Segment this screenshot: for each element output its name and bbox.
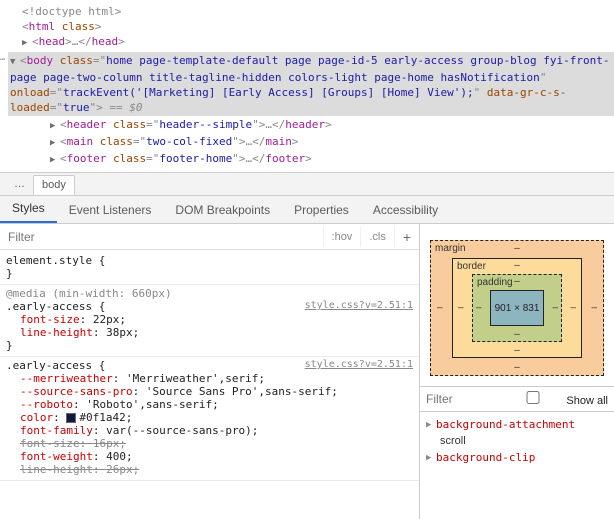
- tab-properties[interactable]: Properties: [282, 197, 361, 223]
- box-model[interactable]: margin – – – – border – – – – padding – …: [420, 224, 614, 386]
- rule-early-access-media[interactable]: @media (min-width: 660px) .early-access …: [0, 285, 419, 357]
- expand-icon[interactable]: ▶: [426, 420, 436, 430]
- header-tag[interactable]: ▶<header class="header--simple">…</heade…: [8, 117, 614, 134]
- expand-icon[interactable]: ▶: [22, 36, 32, 51]
- overridden-prop[interactable]: font-size: 16px;: [6, 437, 413, 450]
- html-tag[interactable]: <html class>: [8, 19, 614, 34]
- css-rules: element.style { } @media (min-width: 660…: [0, 250, 419, 519]
- computed-list: ▶background-attachment scroll ▶backgroun…: [420, 412, 614, 470]
- styles-filter-bar: :hov .cls +: [0, 224, 419, 250]
- computed-row[interactable]: ▶background-clip: [426, 449, 608, 466]
- expand-icon[interactable]: ▶: [50, 119, 60, 134]
- expand-icon[interactable]: ▶: [426, 453, 436, 463]
- breadcrumb: … body: [0, 172, 614, 196]
- footer-tag[interactable]: ▶<footer class="footer-home">…</footer>: [8, 151, 614, 168]
- hov-button[interactable]: :hov: [323, 227, 361, 247]
- right-panel: margin – – – – border – – – – padding – …: [420, 224, 614, 519]
- content-layer[interactable]: 901 × 831: [490, 290, 544, 326]
- computed-value: scroll: [426, 433, 608, 449]
- overridden-prop[interactable]: line-height: 26px;: [6, 463, 413, 476]
- doctype: <!doctype html>: [8, 4, 614, 19]
- main-tag[interactable]: ▶<main class="two-col-fixed">…</main>: [8, 134, 614, 151]
- collapse-icon[interactable]: ▼: [10, 55, 20, 70]
- show-all-toggle[interactable]: Show all: [503, 391, 608, 407]
- source-link[interactable]: style.css?v=2.51:1: [305, 359, 413, 370]
- tab-dom-breakpoints[interactable]: DOM Breakpoints: [163, 197, 282, 223]
- rule-element-style[interactable]: element.style { }: [0, 252, 419, 285]
- show-all-checkbox[interactable]: [503, 391, 563, 404]
- tab-styles[interactable]: Styles: [0, 195, 57, 223]
- computed-row[interactable]: ▶background-attachment: [426, 416, 608, 433]
- computed-filter-bar: Show all: [420, 386, 614, 412]
- expand-icon[interactable]: ▶: [50, 153, 60, 168]
- head-tag[interactable]: ▶<head>…</head>: [8, 34, 614, 51]
- tab-accessibility[interactable]: Accessibility: [361, 197, 450, 223]
- tab-event-listeners[interactable]: Event Listeners: [57, 197, 164, 223]
- dom-tree: <!doctype html> <html class> ▶<head>…</h…: [0, 0, 614, 172]
- computed-filter-input[interactable]: [426, 392, 486, 406]
- new-rule-button[interactable]: +: [394, 227, 419, 247]
- styles-panel: :hov .cls + element.style { } @media (mi…: [0, 224, 420, 519]
- body-tag-selected[interactable]: ⋯ ▼<body class="home page-template-defau…: [8, 52, 614, 116]
- cls-button[interactable]: .cls: [360, 227, 394, 247]
- panel-tabs: Styles Event Listeners DOM Breakpoints P…: [0, 196, 614, 224]
- source-link[interactable]: style.css?v=2.51:1: [305, 300, 413, 311]
- expand-icon[interactable]: ▶: [50, 136, 60, 151]
- crumb-root[interactable]: …: [6, 175, 33, 193]
- selection-dots-icon: ⋯: [0, 53, 4, 68]
- color-swatch[interactable]: [66, 413, 76, 423]
- crumb-body[interactable]: body: [33, 175, 75, 195]
- styles-filter-input[interactable]: [0, 226, 323, 248]
- rule-early-access[interactable]: .early-access {style.css?v=2.51:1 --merr…: [0, 357, 419, 481]
